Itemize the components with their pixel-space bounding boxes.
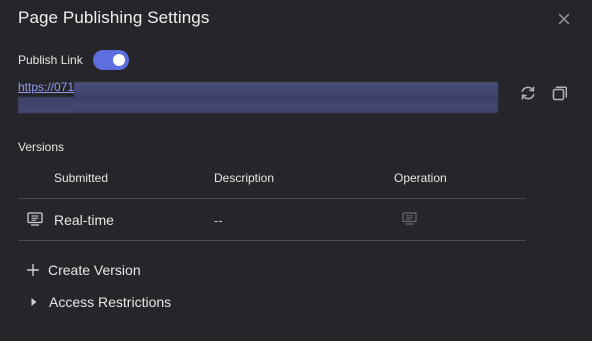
publish-link-label: Publish Link: [18, 53, 83, 67]
publish-link-row: Publish Link: [18, 50, 129, 70]
publish-link-toggle[interactable]: [92, 50, 129, 70]
toggle-knob: [112, 54, 125, 66]
monitor-icon[interactable]: [402, 212, 417, 225]
row-submitted-value: Real-time: [54, 212, 114, 228]
row-description-value: --: [214, 213, 223, 228]
create-version-button[interactable]: Create Version: [27, 262, 141, 278]
publish-link-field: https://071: [18, 80, 498, 114]
close-icon[interactable]: [556, 11, 572, 27]
access-restrictions-label: Access Restrictions: [49, 294, 172, 310]
monitor-icon: [27, 212, 43, 226]
caret-right-icon: [31, 298, 37, 306]
publishing-settings-dialog: Page Publishing Settings Publish Link ht…: [0, 0, 592, 341]
publish-link-url[interactable]: https://071: [18, 80, 74, 94]
copy-icon[interactable]: [551, 84, 569, 102]
column-header-operation: Operation: [394, 171, 447, 185]
column-header-description: Description: [214, 171, 275, 185]
table-row: Real-time --: [18, 199, 526, 241]
create-version-label: Create Version: [48, 262, 141, 278]
plus-icon: [27, 264, 39, 276]
column-header-submitted: Submitted: [54, 171, 109, 185]
redacted-link-mask: [18, 97, 78, 113]
redacted-link-mask: [74, 82, 498, 113]
refresh-icon[interactable]: [519, 84, 537, 102]
versions-section-label: Versions: [18, 140, 65, 154]
versions-table-header: Submitted Description Operation: [18, 160, 526, 199]
access-restrictions-toggle[interactable]: Access Restrictions: [30, 294, 171, 310]
versions-table: Submitted Description Operation Real-tim…: [18, 160, 526, 241]
dialog-title: Page Publishing Settings: [18, 8, 210, 27]
